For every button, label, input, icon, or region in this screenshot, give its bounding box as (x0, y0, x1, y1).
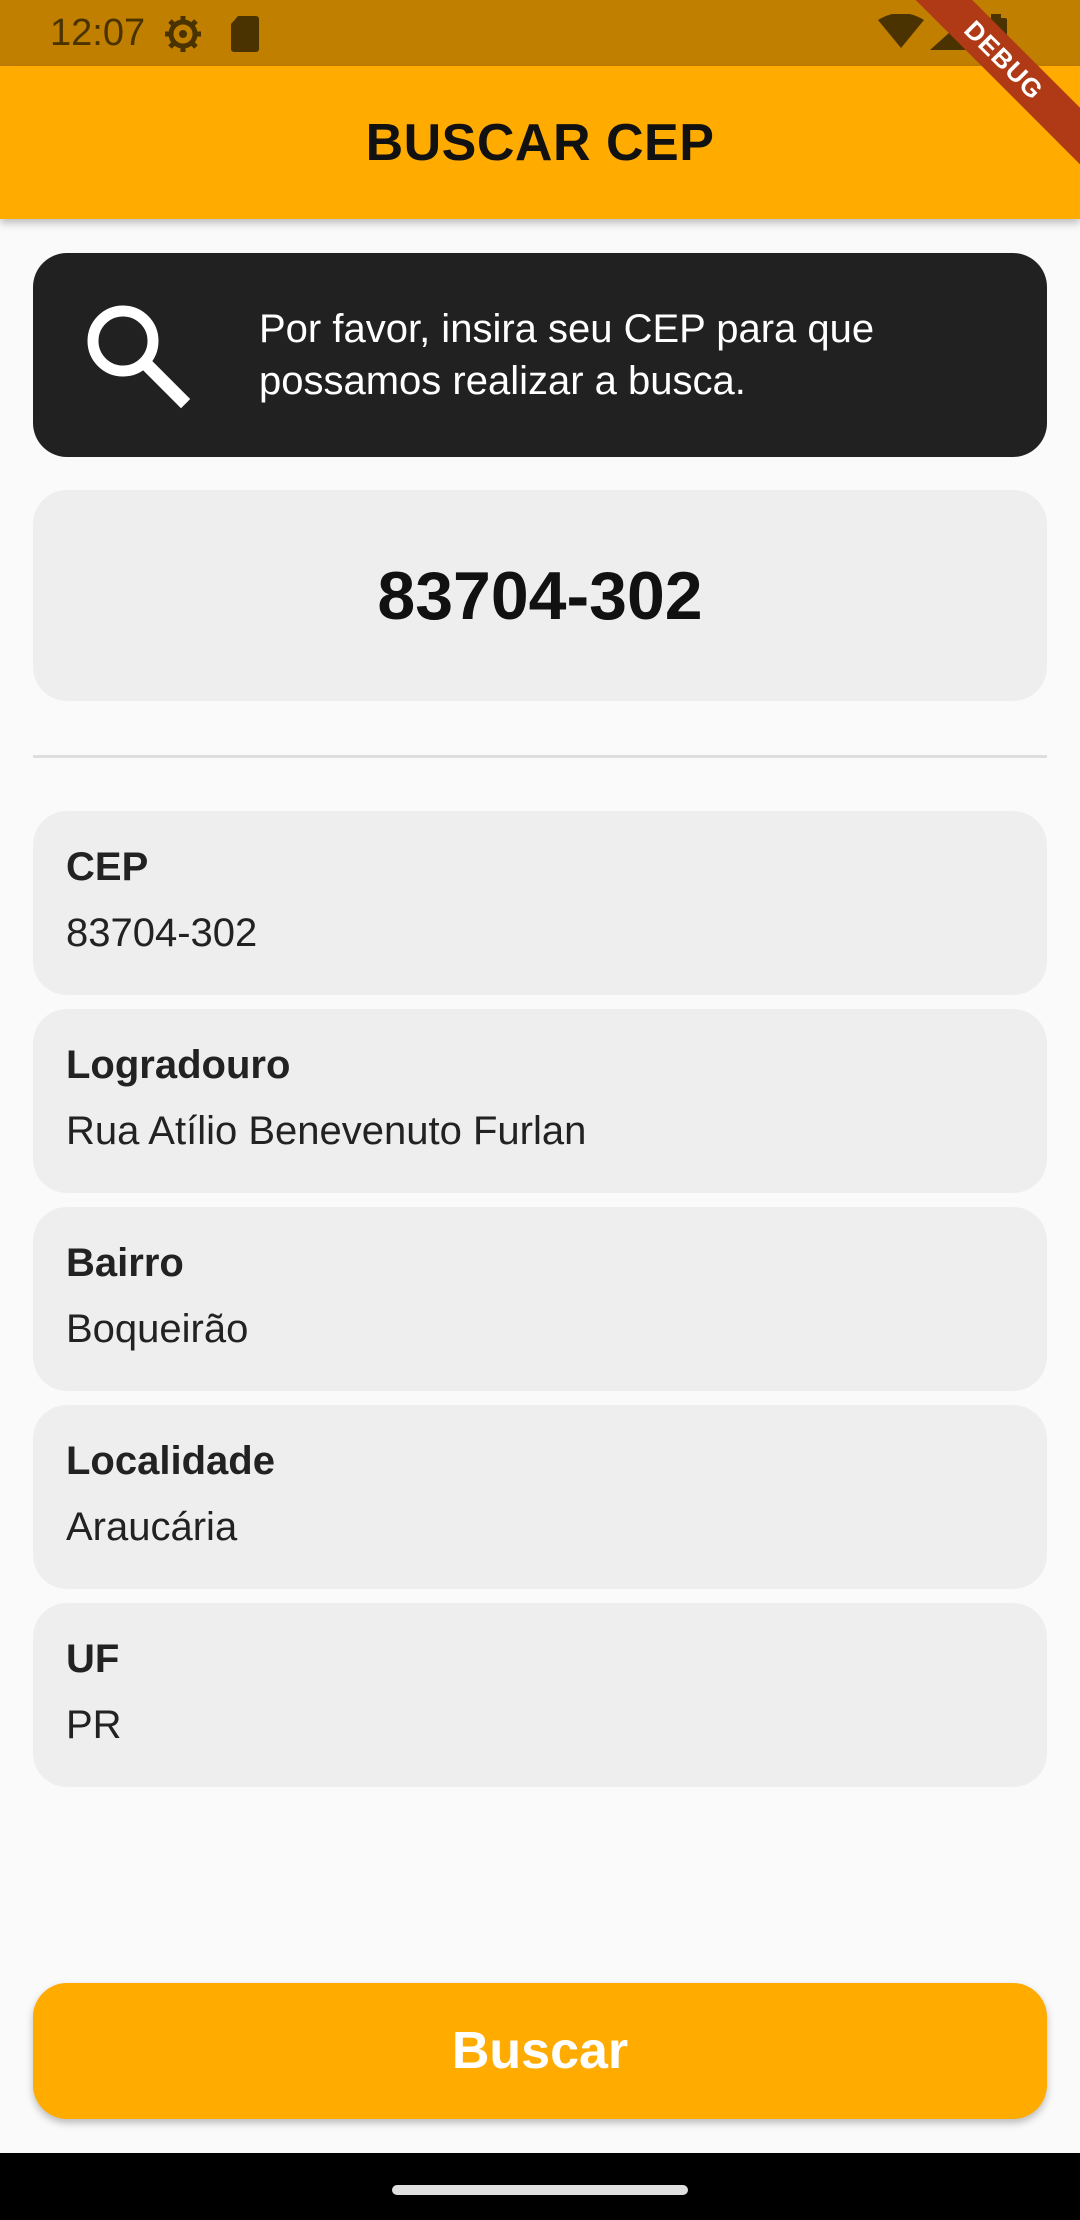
status-time: 12:07 (50, 12, 146, 54)
result-value: Araucária (66, 1505, 238, 1549)
app-bar: BUSCAR CEP (0, 66, 1080, 219)
navigation-bar (0, 2153, 1080, 2220)
result-value: 83704-302 (66, 911, 258, 955)
home-handle[interactable] (392, 2185, 688, 2195)
result-value: Rua Atílio Benevenuto Furlan (66, 1109, 587, 1153)
info-card: Por favor, insira seu CEP para que possa… (33, 253, 1047, 457)
status-bar: 12:07 (0, 0, 1080, 66)
info-message: Por favor, insira seu CEP para que possa… (259, 307, 875, 403)
result-label: Logradouro (66, 1043, 291, 1087)
page-title: BUSCAR CEP (365, 113, 715, 172)
result-value: PR (66, 1703, 122, 1747)
search-button[interactable]: Buscar (33, 1983, 1047, 2119)
result-card-localidade: Localidade Araucária (33, 1405, 1047, 1589)
result-label: Localidade (66, 1439, 275, 1483)
result-card-bairro: Bairro Boqueirão (33, 1207, 1047, 1391)
cep-input[interactable]: 83704-302 (33, 490, 1047, 701)
result-card-uf: UF PR (33, 1603, 1047, 1787)
result-label: CEP (66, 845, 149, 889)
result-label: UF (66, 1637, 120, 1681)
search-button-label: Buscar (451, 2022, 629, 2080)
result-card-cep: CEP 83704-302 (33, 811, 1047, 995)
search-icon (81, 299, 193, 416)
divider (33, 755, 1047, 758)
settings-icon (163, 14, 203, 59)
wifi-icon (878, 13, 924, 55)
cep-input-value[interactable]: 83704-302 (377, 557, 702, 635)
sd-card-icon (230, 16, 260, 57)
result-card-logradouro: Logradouro Rua Atílio Benevenuto Furlan (33, 1009, 1047, 1193)
result-value: Boqueirão (66, 1307, 249, 1351)
result-label: Bairro (66, 1241, 184, 1285)
